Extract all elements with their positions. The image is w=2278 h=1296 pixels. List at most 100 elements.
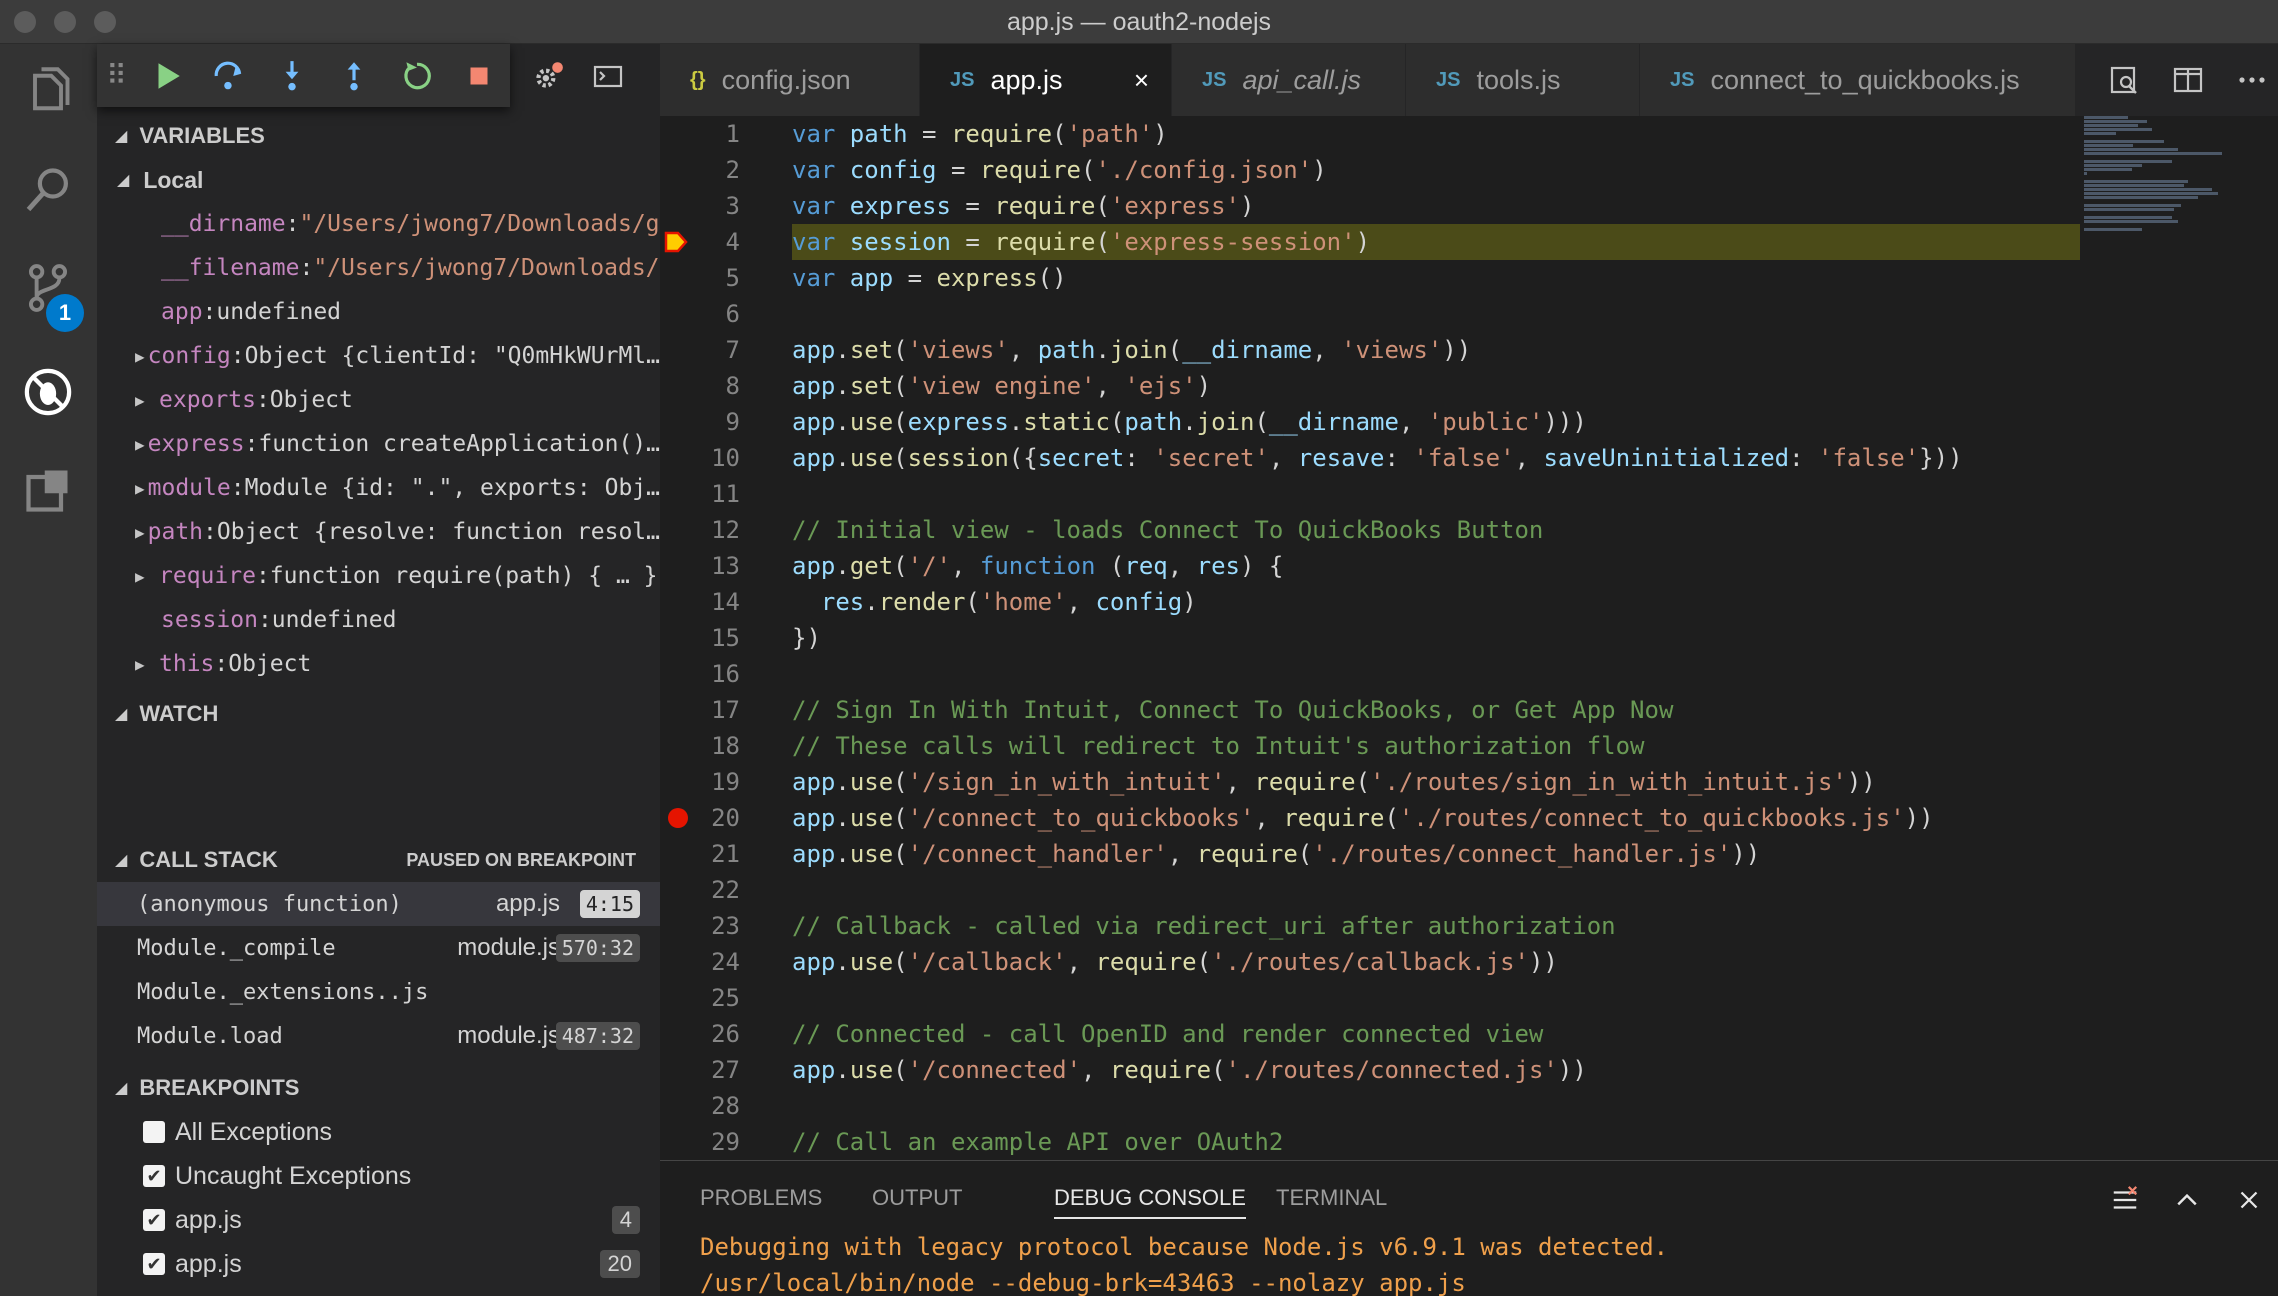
variable-name: __filename (161, 255, 300, 281)
breakpoint-item[interactable]: ✔ app.js 4 (97, 1198, 660, 1242)
js-file-icon: JS (950, 68, 975, 91)
step-over-button[interactable] (198, 44, 260, 107)
expand-icon[interactable]: ▶ (135, 479, 148, 498)
line-code: app.get('/', function (req, res) { (792, 552, 1284, 580)
watch-title: WATCH (139, 701, 219, 726)
expand-icon[interactable]: ▶ (135, 435, 148, 454)
variable-row[interactable]: ▶ express: function createApplication()… (97, 422, 660, 466)
collapse-icon: ◢ (115, 852, 128, 869)
gear-icon (536, 61, 563, 88)
restart-button[interactable] (385, 44, 447, 107)
tab-app-js[interactable]: JS app.js × (920, 44, 1172, 116)
line-number: 22 (711, 876, 740, 904)
line-code: app.set('view engine', 'ejs') (792, 372, 1212, 400)
maximize-panel-button[interactable] (2162, 1175, 2212, 1225)
line-number: 3 (725, 192, 740, 220)
drag-handle-icon[interactable]: ⠿ (97, 44, 136, 107)
breakpoint-checkbox[interactable]: ✔ (143, 1165, 165, 1187)
line-number: 21 (711, 840, 740, 868)
close-panel-button[interactable] (2224, 1175, 2274, 1225)
breakpoint-checkbox[interactable]: ✔ (143, 1253, 165, 1275)
line-number: 1 (725, 120, 740, 148)
variable-value: Object (228, 651, 312, 677)
minimap-line (2084, 172, 2088, 175)
debug-settings-button[interactable] (518, 44, 578, 107)
step-into-button[interactable] (261, 44, 323, 107)
line-code: app.use(session({secret: 'secret', resav… (792, 444, 1963, 472)
call-stack-frame[interactable]: (anonymous function) app.js 4:15 (97, 882, 660, 926)
variable-row[interactable]: ▶ config: Object {clientId: "Q0mHkWUrMl… (97, 334, 660, 378)
step-out-button[interactable] (323, 44, 385, 107)
continue-button[interactable] (136, 44, 198, 107)
breakpoint-checkbox[interactable]: ✔ (143, 1209, 165, 1231)
variables-section-header[interactable]: ◢ VARIABLES (97, 114, 660, 158)
explorer-icon[interactable] (18, 62, 78, 122)
breakpoint-checkbox[interactable] (143, 1121, 165, 1143)
debug-icon[interactable] (18, 362, 78, 422)
code-line: 6 (660, 296, 2080, 332)
code-line: 14 res.render('home', config) (660, 584, 2080, 620)
clear-console-button[interactable] (2100, 1175, 2150, 1225)
stop-button[interactable] (448, 44, 510, 107)
watch-section-header[interactable]: ◢ WATCH (97, 692, 660, 736)
variable-name: path (147, 519, 204, 545)
call-stack-section-header[interactable]: ◢ CALL STACK PAUSED ON BREAKPOINT (97, 838, 660, 882)
variable-separator: : (257, 607, 272, 633)
call-stack-frame[interactable]: Module._extensions..js (97, 970, 660, 1014)
call-stack-frame[interactable]: Module._compile module.js 570:32 (97, 926, 660, 970)
panel-tab-terminal[interactable]: TERMINAL (1276, 1185, 1387, 1211)
variable-row[interactable]: ▶ exports: Object (97, 378, 660, 422)
close-tab-icon[interactable]: × (1134, 65, 1149, 96)
open-changes-button[interactable] (2092, 44, 2156, 116)
line-code: // Initial view - loads Connect To Quick… (792, 516, 1544, 544)
variable-row[interactable]: ▶ module: Module {id: ".", exports: Obj… (97, 466, 660, 510)
line-code: app.set('views', path.join(__dirname, 'v… (792, 336, 1472, 364)
line-code: app.use('/connect_handler', require('./r… (792, 840, 1761, 868)
play-icon (158, 62, 180, 89)
line-number: 8 (725, 372, 740, 400)
variable-row[interactable]: __filename: "/Users/jwong7/Downloads/… (97, 246, 660, 290)
line-number: 12 (711, 516, 740, 544)
minimap[interactable] (2080, 116, 2260, 276)
more-actions-button[interactable] (2220, 44, 2278, 116)
variable-row[interactable]: ▶ require: function require(path) { … } (97, 554, 660, 598)
variable-row[interactable]: session: undefined (97, 598, 660, 642)
tab-config-json[interactable]: {} config.json (660, 44, 920, 116)
breakpoints-section-header[interactable]: ◢ BREAKPOINTS (97, 1066, 660, 1110)
breakpoint-item[interactable]: ✔ Uncaught Exceptions (97, 1154, 660, 1198)
expand-icon[interactable]: ▶ (135, 567, 159, 586)
expand-icon[interactable]: ▶ (135, 391, 159, 410)
call-stack-frame[interactable]: Module.load module.js 487:32 (97, 1014, 660, 1058)
variable-row[interactable]: __dirname: "/Users/jwong7/Downloads/g… (97, 202, 660, 246)
debug-toolbar: ⠿ (97, 44, 510, 107)
stop-icon (470, 67, 488, 84)
line-code: app.use('/sign_in_with_intuit', require(… (792, 768, 1876, 796)
expand-icon[interactable]: ▶ (135, 655, 159, 674)
local-scope-label: Local (143, 166, 204, 193)
tab-connect-to-quickbooks-js[interactable]: JS connect_to_quickbooks.js (1640, 44, 2076, 116)
extensions-icon[interactable] (18, 460, 78, 520)
panel-tab-debug-console[interactable]: DEBUG CONSOLE (1054, 1185, 1246, 1219)
local-scope[interactable]: ◢ Local (97, 158, 660, 202)
tab-api-call-js[interactable]: JS api_call.js (1172, 44, 1406, 116)
split-editor-button[interactable] (2156, 44, 2220, 116)
debug-console-button[interactable] (578, 44, 638, 107)
breakpoint-item[interactable]: ✔ app.js 20 (97, 1242, 660, 1286)
variable-row[interactable]: ▶ path: Object {resolve: function resol… (97, 510, 660, 554)
code-editor[interactable]: 1 var path = require('path') 2 var config =… (660, 116, 2278, 1160)
code-line: 15}) (660, 620, 2080, 656)
variable-row[interactable]: app: undefined (97, 290, 660, 334)
minimap-line (2084, 184, 2185, 187)
search-icon[interactable] (18, 160, 78, 220)
code-line: 29 // Call an example API over OAuth2 (660, 1124, 2080, 1160)
window-title: app.js — oauth2-nodejs (1006, 8, 1272, 36)
breakpoint-item[interactable]: All Exceptions (97, 1110, 660, 1154)
expand-icon[interactable]: ▶ (135, 347, 148, 366)
tab-tools-js[interactable]: JS tools.js (1406, 44, 1640, 116)
variable-separator: : (285, 211, 300, 237)
panel-tab-problems[interactable]: PROBLEMS (700, 1185, 822, 1211)
variable-row[interactable]: ▶ this: Object (97, 642, 660, 686)
variable-value: undefined (216, 299, 342, 325)
expand-icon[interactable]: ▶ (135, 523, 148, 542)
panel-tab-output[interactable]: OUTPUT (872, 1185, 962, 1211)
